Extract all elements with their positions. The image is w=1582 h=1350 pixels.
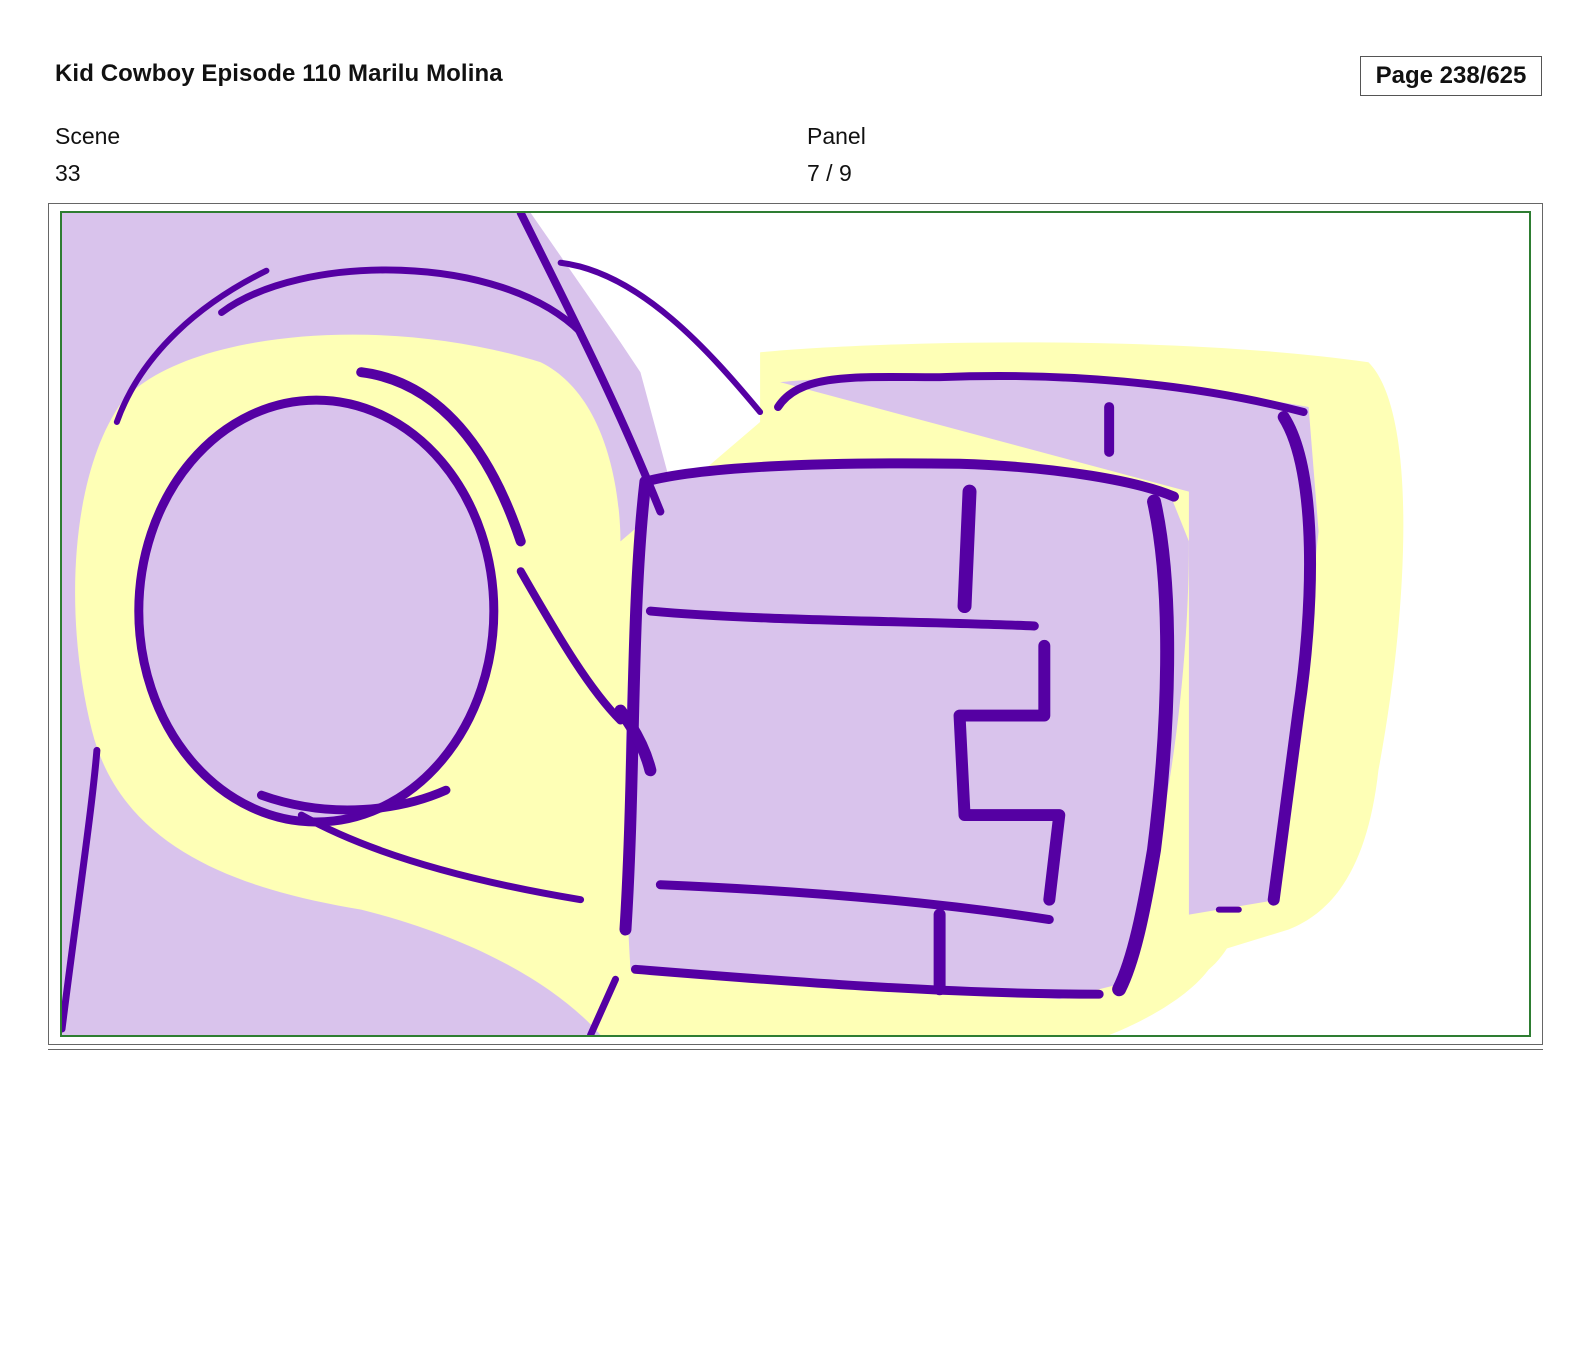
front-fist-fill: [625, 464, 1189, 1000]
storyboard-panel-drawing: [60, 211, 1531, 1037]
scene-number: 33: [55, 160, 81, 186]
document-title: Kid Cowboy Episode 110 Marilu Molina: [55, 60, 503, 87]
knuckle-1: [957, 484, 977, 614]
panel-number: 7 / 9: [807, 160, 852, 186]
page-counter: Page 238/625: [1360, 56, 1542, 96]
panel-label: Panel: [807, 123, 866, 149]
panel-divider: [48, 1049, 1543, 1050]
scene-label: Scene: [55, 123, 121, 149]
panel-sketch: [62, 213, 1404, 1035]
